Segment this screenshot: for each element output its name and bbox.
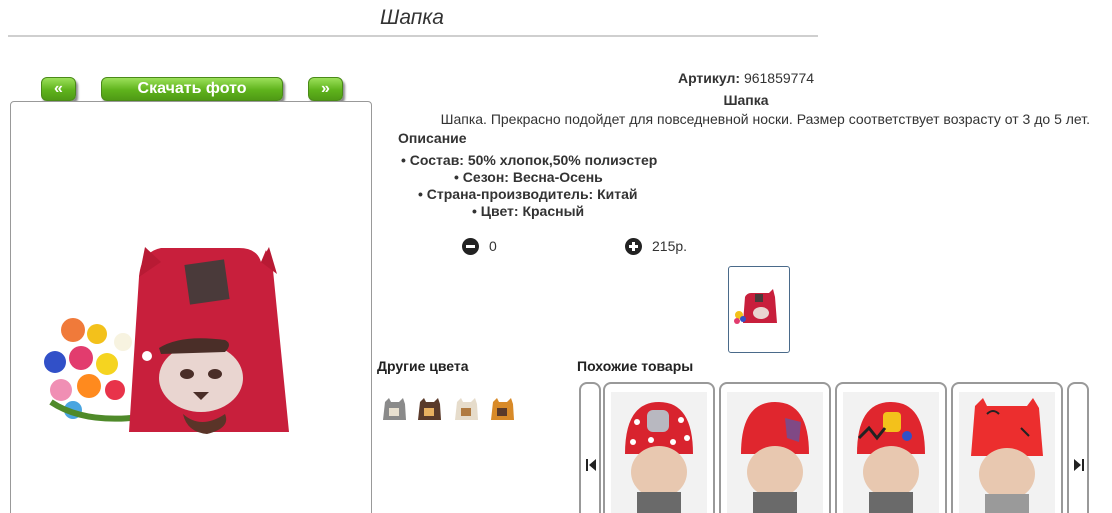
page-title: Шапка [380,6,444,29]
sku-label: Артикул: [677,70,741,86]
similar-products-heading: Похожие товары [577,358,694,374]
description-heading: Описание [398,130,467,146]
download-photo-button[interactable]: Скачать фото [101,77,283,101]
skip-back-icon [586,458,596,471]
product-name: Шапка [723,92,769,108]
carousel-prev-button[interactable] [579,382,601,513]
similar-product-card[interactable] [951,382,1063,513]
product-image [44,247,289,434]
spec-season: • Сезон: Весна-Осень [454,169,603,185]
spec-composition: • Состав: 50% хлопок,50% полиэстер [401,152,658,168]
spec-color: • Цвет: Красный [472,203,585,219]
flowers-decoration [44,318,132,422]
title-divider [8,35,818,37]
plus-icon[interactable] [625,238,642,255]
carousel-next-button[interactable] [1067,382,1089,513]
grey-hat-icon[interactable] [379,394,409,422]
brown-hat-icon[interactable] [414,394,444,422]
similar-product-image [611,392,707,513]
minus-icon[interactable] [462,238,479,255]
skip-forward-icon [1074,458,1084,471]
hat-tag [184,259,230,305]
similar-product-card[interactable] [719,382,831,513]
spec-country: • Страна-производитель: Китай [418,186,638,202]
similar-product-image [843,392,939,513]
beige-hat-icon[interactable] [451,394,481,422]
similar-product-image [727,392,823,513]
orange-hat-icon[interactable] [487,394,517,422]
other-colors-heading: Другие цвета [377,358,469,374]
quantity-value: 0 [489,238,497,254]
price-value: 215р. [652,238,688,254]
similar-product-card[interactable] [835,382,947,513]
similar-product-image [959,392,1055,513]
product-description: Шапка. Прекрасно подойдет для повседневн… [440,111,1090,127]
similar-product-card[interactable] [603,382,715,513]
prev-photo-button[interactable]: « [41,77,76,101]
sku-line: Артикул: 961859774 [380,70,1112,86]
product-photo[interactable] [10,101,372,513]
sku-value: 961859774 [743,70,815,86]
thumbnail-image [734,289,777,324]
photo-thumbnail[interactable] [728,266,790,353]
next-photo-button[interactable]: » [308,77,343,101]
